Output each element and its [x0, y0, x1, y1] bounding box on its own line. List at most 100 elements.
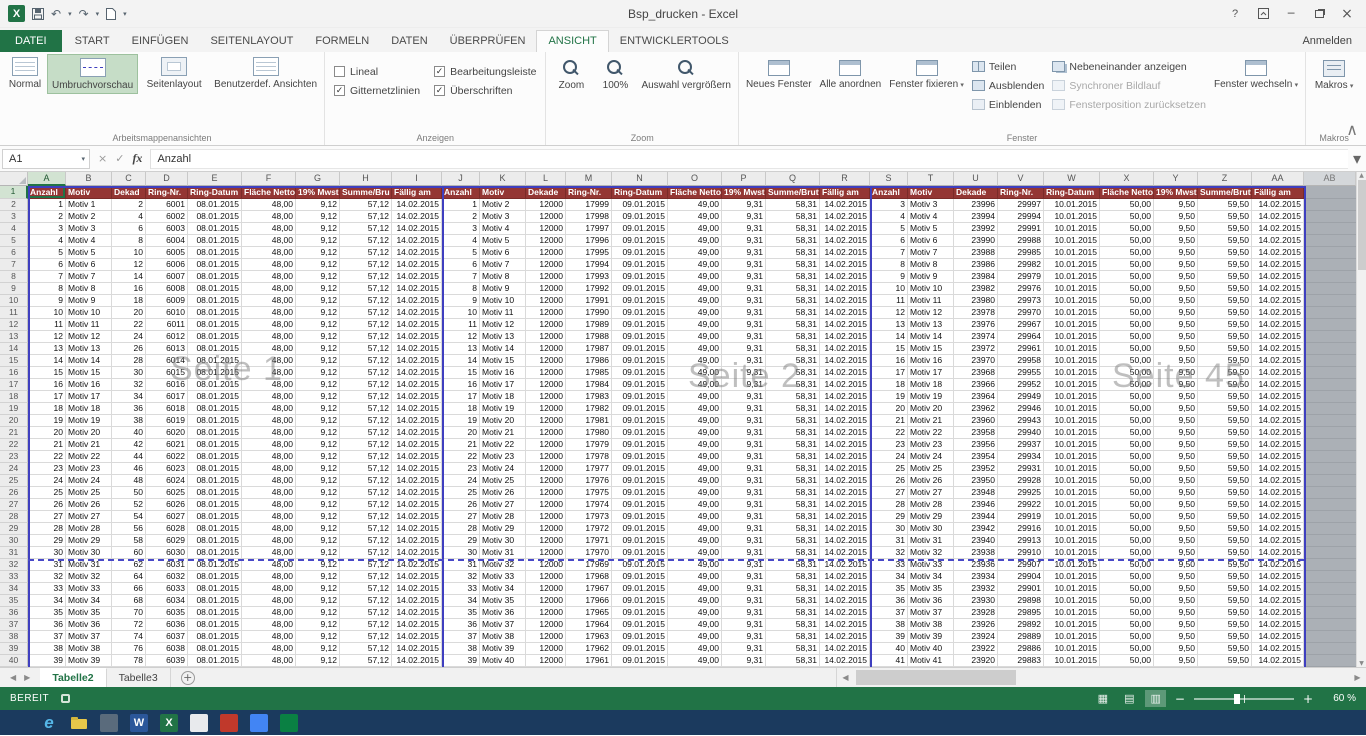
cell-P28[interactable]: 9,31: [722, 511, 766, 523]
cell-B6[interactable]: Motiv 5: [66, 247, 112, 259]
cell-H28[interactable]: 57,12: [340, 511, 392, 523]
cell-I40[interactable]: 14.02.2015: [392, 655, 442, 667]
cell-Q9[interactable]: 58,31: [766, 283, 820, 295]
cell-Q16[interactable]: 58,31: [766, 367, 820, 379]
cell-N21[interactable]: 09.01.2015: [612, 427, 668, 439]
cell-P4[interactable]: 9,31: [722, 223, 766, 235]
cell-D13[interactable]: 6012: [146, 331, 188, 343]
cell-N34[interactable]: 09.01.2015: [612, 583, 668, 595]
cell-B27[interactable]: Motiv 26: [66, 499, 112, 511]
cell-C22[interactable]: 42: [112, 439, 146, 451]
cell-P26[interactable]: 9,31: [722, 487, 766, 499]
auto-page-break-line[interactable]: [28, 559, 1304, 561]
cell-U16[interactable]: 23968: [954, 367, 998, 379]
checkbox-lineal[interactable]: Lineal: [334, 62, 420, 81]
cell-S29[interactable]: 30: [870, 523, 908, 535]
cell-E12[interactable]: 08.01.2015: [188, 319, 242, 331]
cell-outside-print-area[interactable]: [1304, 619, 1356, 631]
cell-C40[interactable]: 78: [112, 655, 146, 667]
cell-S40[interactable]: 41: [870, 655, 908, 667]
cell-F3[interactable]: 48,00: [242, 211, 296, 223]
cell-V18[interactable]: 29949: [998, 391, 1044, 403]
cell-V35[interactable]: 29898: [998, 595, 1044, 607]
cell-T20[interactable]: Motiv 21: [908, 415, 954, 427]
cell-AA16[interactable]: 14.02.2015: [1252, 367, 1304, 379]
cell-Y11[interactable]: 9,50: [1154, 307, 1198, 319]
cell-P9[interactable]: 9,31: [722, 283, 766, 295]
cell-J24[interactable]: 23: [442, 463, 480, 475]
row-header-33[interactable]: 33: [0, 571, 28, 583]
cell-W2[interactable]: 10.01.2015: [1044, 199, 1100, 211]
cell-G6[interactable]: 9,12: [296, 247, 340, 259]
cell-O11[interactable]: 49,00: [668, 307, 722, 319]
cell-Y3[interactable]: 9,50: [1154, 211, 1198, 223]
cell-R37[interactable]: 14.02.2015: [820, 619, 870, 631]
cell-M23[interactable]: 17978: [566, 451, 612, 463]
cell-W8[interactable]: 10.01.2015: [1044, 271, 1100, 283]
cell-F40[interactable]: 48,00: [242, 655, 296, 667]
cell-Q27[interactable]: 58,31: [766, 499, 820, 511]
cell-S33[interactable]: 34: [870, 571, 908, 583]
cell-W23[interactable]: 10.01.2015: [1044, 451, 1100, 463]
cell-X6[interactable]: 50,00: [1100, 247, 1154, 259]
cell-Q3[interactable]: 58,31: [766, 211, 820, 223]
cell-R3[interactable]: 14.02.2015: [820, 211, 870, 223]
cell-V27[interactable]: 29922: [998, 499, 1044, 511]
cell-G9[interactable]: 9,12: [296, 283, 340, 295]
cell-M20[interactable]: 17981: [566, 415, 612, 427]
cell-V21[interactable]: 29940: [998, 427, 1044, 439]
cell-M33[interactable]: 17968: [566, 571, 612, 583]
cell-W28[interactable]: 10.01.2015: [1044, 511, 1100, 523]
zoom-button[interactable]: Zoom: [549, 54, 593, 93]
excel-icon[interactable]: X: [160, 714, 178, 732]
cell-G35[interactable]: 9,12: [296, 595, 340, 607]
cell-U26[interactable]: 23948: [954, 487, 998, 499]
cell-Y10[interactable]: 9,50: [1154, 295, 1198, 307]
cell-L35[interactable]: 12000: [526, 595, 566, 607]
cell-AA21[interactable]: 14.02.2015: [1252, 427, 1304, 439]
cell-V3[interactable]: 29994: [998, 211, 1044, 223]
cell-S38[interactable]: 39: [870, 631, 908, 643]
file-explorer-icon[interactable]: [70, 714, 88, 732]
cell-T39[interactable]: Motiv 40: [908, 643, 954, 655]
cell-T12[interactable]: Motiv 13: [908, 319, 954, 331]
cell-O12[interactable]: 49,00: [668, 319, 722, 331]
cell-N4[interactable]: 09.01.2015: [612, 223, 668, 235]
cell-Y16[interactable]: 9,50: [1154, 367, 1198, 379]
cell-A11[interactable]: 10: [28, 307, 66, 319]
cell-O21[interactable]: 49,00: [668, 427, 722, 439]
cell-H23[interactable]: 57,12: [340, 451, 392, 463]
cell-G36[interactable]: 9,12: [296, 607, 340, 619]
page-layout-shortcut-icon[interactable]: ▤: [1119, 690, 1139, 707]
cell-N38[interactable]: 09.01.2015: [612, 631, 668, 643]
cell-B37[interactable]: Motiv 36: [66, 619, 112, 631]
cell-E28[interactable]: 08.01.2015: [188, 511, 242, 523]
cell-C34[interactable]: 66: [112, 583, 146, 595]
sheet-tab-tabelle3[interactable]: Tabelle3: [107, 668, 171, 687]
cell-B36[interactable]: Motiv 35: [66, 607, 112, 619]
row-header-9[interactable]: 9: [0, 283, 28, 295]
cell-P27[interactable]: 9,31: [722, 499, 766, 511]
cell-B34[interactable]: Motiv 33: [66, 583, 112, 595]
cell-D34[interactable]: 6033: [146, 583, 188, 595]
cell-H18[interactable]: 57,12: [340, 391, 392, 403]
cell-T21[interactable]: Motiv 22: [908, 427, 954, 439]
cell-X14[interactable]: 50,00: [1100, 343, 1154, 355]
cell-X26[interactable]: 50,00: [1100, 487, 1154, 499]
cell-P31[interactable]: 9,31: [722, 547, 766, 559]
cell-V19[interactable]: 29946: [998, 403, 1044, 415]
cell-E33[interactable]: 08.01.2015: [188, 571, 242, 583]
cell-Q18[interactable]: 58,31: [766, 391, 820, 403]
cell-W14[interactable]: 10.01.2015: [1044, 343, 1100, 355]
cell-U15[interactable]: 23970: [954, 355, 998, 367]
cell-F5[interactable]: 48,00: [242, 235, 296, 247]
cell-N33[interactable]: 09.01.2015: [612, 571, 668, 583]
cell-U22[interactable]: 23956: [954, 439, 998, 451]
cell-M4[interactable]: 17997: [566, 223, 612, 235]
row-header-8[interactable]: 8: [0, 271, 28, 283]
row-header-27[interactable]: 27: [0, 499, 28, 511]
cell-E9[interactable]: 08.01.2015: [188, 283, 242, 295]
cell-Z30[interactable]: 59,50: [1198, 535, 1252, 547]
select-all-corner[interactable]: [0, 172, 28, 186]
cell-J7[interactable]: 6: [442, 259, 480, 271]
